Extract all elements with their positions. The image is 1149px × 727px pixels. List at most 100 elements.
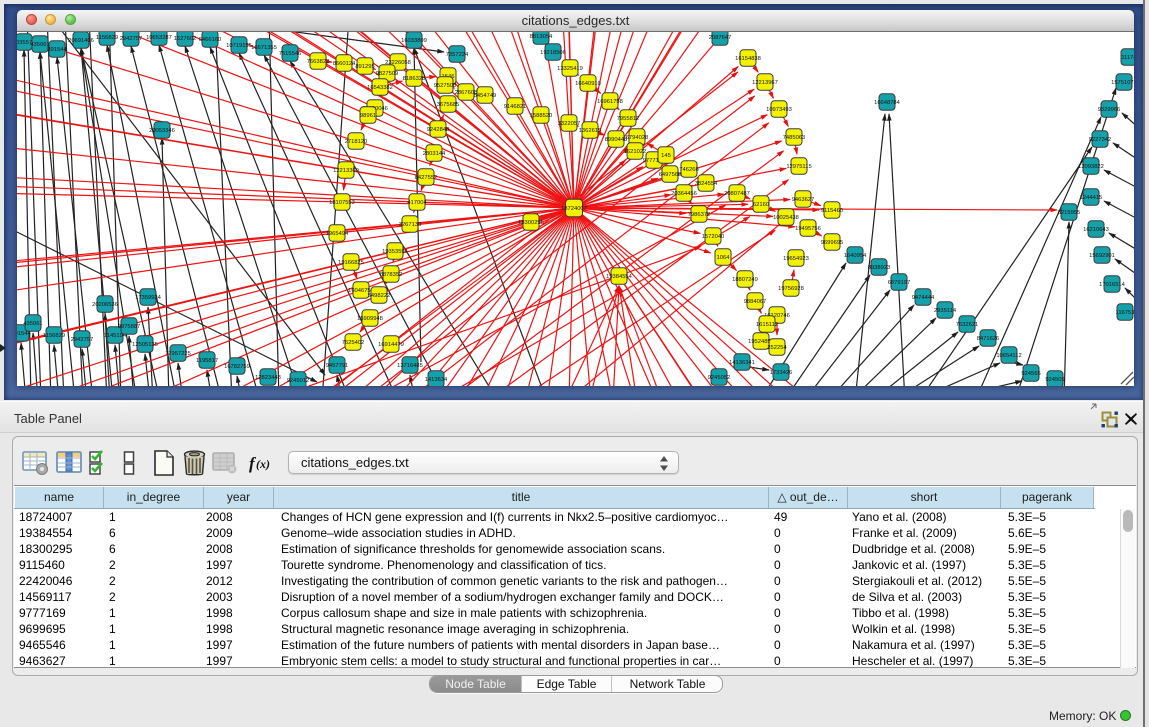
svg-text:12975115: 12975115: [786, 164, 811, 170]
svg-text:417004: 417004: [407, 200, 427, 206]
svg-text:6497568: 6497568: [659, 172, 682, 178]
svg-text:7632621: 7632621: [956, 322, 979, 328]
svg-text:145: 145: [661, 153, 671, 159]
svg-text:7986372: 7986372: [688, 212, 711, 218]
svg-text:1733426: 1733426: [770, 370, 793, 376]
svg-text:9699695: 9699695: [821, 240, 844, 246]
svg-text:1527602: 1527602: [174, 36, 197, 42]
svg-text:8878352: 8878352: [380, 272, 403, 278]
svg-text:16914479: 16914479: [378, 342, 404, 348]
svg-text:10973493: 10973493: [766, 107, 792, 113]
svg-text:1156829: 1156829: [96, 35, 118, 41]
svg-text:3675685: 3675685: [437, 102, 460, 108]
svg-text:1244415: 1244415: [1080, 195, 1103, 201]
svg-text:6794028: 6794028: [626, 135, 649, 141]
svg-text:(x): (x): [256, 457, 270, 471]
svg-text:18807249: 18807249: [732, 277, 758, 283]
svg-text:6879197: 6879197: [888, 280, 911, 286]
svg-text:9245012: 9245012: [287, 378, 310, 384]
svg-text:20807487: 20807487: [724, 191, 750, 197]
svg-text:3267130: 3267130: [399, 222, 422, 228]
svg-text:9527508: 9527508: [434, 83, 457, 89]
svg-text:16961758: 16961758: [597, 99, 623, 105]
svg-text:8215955: 8215955: [1058, 210, 1081, 216]
svg-text:98961: 98961: [360, 113, 376, 119]
svg-text:3322057: 3322057: [558, 121, 581, 127]
svg-text:7485063: 7485063: [783, 135, 806, 141]
svg-text:2718120: 2718120: [345, 139, 368, 145]
svg-text:19218506: 19218506: [540, 50, 566, 56]
svg-text:13325419: 13325419: [557, 66, 583, 72]
svg-text:9474444: 9474444: [912, 295, 935, 301]
svg-text:8454749: 8454749: [474, 93, 497, 99]
svg-text:7663822: 7663822: [307, 59, 330, 65]
svg-text:9242848: 9242848: [427, 127, 450, 133]
svg-text:16671355: 16671355: [251, 45, 277, 51]
svg-text:20053346: 20053346: [149, 128, 175, 134]
svg-text:8813054: 8813054: [530, 34, 553, 40]
svg-text:1156829: 1156829: [43, 333, 65, 339]
svg-text:12213967: 12213967: [752, 80, 778, 86]
svg-text:16033809: 16033809: [401, 38, 427, 44]
svg-text:6466160: 6466160: [199, 37, 222, 43]
svg-text:2942757: 2942757: [120, 36, 143, 42]
svg-text:9115460: 9115460: [821, 208, 843, 214]
svg-text:2803144: 2803144: [423, 151, 446, 157]
svg-text:1588520: 1588520: [530, 113, 553, 119]
svg-text:19495756: 19495756: [795, 226, 821, 232]
svg-text:15909948: 15909948: [357, 316, 383, 322]
svg-text:7955812: 7955812: [617, 116, 640, 122]
svg-text:16782759: 16782759: [224, 364, 250, 370]
svg-text:391544: 391544: [17, 331, 31, 337]
svg-text:1195817: 1195817: [196, 358, 218, 364]
svg-text:15751074: 15751074: [1111, 80, 1134, 86]
svg-text:20691406: 20691406: [68, 38, 94, 44]
svg-text:18107553: 18107553: [329, 200, 355, 206]
svg-text:252254: 252254: [767, 345, 787, 351]
svg-text:17359924: 17359924: [135, 295, 162, 301]
svg-text:9457791: 9457791: [326, 363, 349, 369]
svg-text:10653287: 10653287: [146, 35, 172, 41]
svg-text:19166825: 19166825: [338, 260, 364, 266]
svg-text:116753: 116753: [1116, 310, 1134, 316]
svg-text:9975887: 9975887: [118, 324, 141, 330]
svg-text:10654112: 10654112: [996, 353, 1021, 359]
svg-text:19384554: 19384554: [606, 274, 633, 280]
svg-text:8938923: 8938923: [868, 265, 891, 271]
svg-text:9329966: 9329966: [1098, 107, 1121, 113]
svg-text:12093822: 12093822: [1078, 164, 1104, 170]
svg-text:8186328: 8186328: [403, 76, 426, 82]
svg-text:16210643: 16210643: [1083, 227, 1109, 233]
svg-text:10025438: 10025438: [773, 215, 799, 221]
svg-text:3824554: 3824554: [695, 181, 718, 187]
svg-text:1064: 1064: [717, 255, 731, 261]
svg-text:8471626: 8471626: [977, 336, 1000, 342]
svg-text:7357224: 7357224: [446, 52, 469, 58]
svg-text:1965494: 1965494: [326, 231, 349, 237]
svg-text:435061: 435061: [23, 321, 42, 327]
svg-text:1621022: 1621022: [624, 149, 647, 155]
svg-text:9146821: 9146821: [504, 104, 527, 110]
svg-text:9245052: 9245052: [708, 375, 731, 381]
svg-text:7515546: 7515546: [279, 51, 302, 57]
svg-text:20364456: 20364456: [671, 191, 697, 197]
svg-text:11174: 11174: [1121, 55, 1134, 61]
svg-text:17957225: 17957225: [165, 351, 191, 357]
svg-text:19654923: 19654923: [783, 256, 809, 262]
svg-text:8990448: 8990448: [605, 137, 628, 143]
svg-text:9463627: 9463627: [792, 197, 815, 203]
svg-text:5498222: 5498222: [368, 293, 391, 299]
svg-text:12823448: 12823448: [255, 375, 281, 381]
svg-text:17016514: 17016514: [1099, 282, 1126, 288]
svg-text:1413634: 1413634: [425, 377, 448, 383]
svg-text:746266: 746266: [679, 167, 698, 173]
svg-text:16648784: 16648784: [874, 100, 901, 106]
svg-text:2942757: 2942757: [71, 337, 94, 343]
svg-text:19353594: 19353594: [382, 249, 409, 255]
svg-text:14136341: 14136341: [729, 360, 755, 366]
svg-text:19756928: 19756928: [778, 286, 804, 292]
svg-text:10719155: 10719155: [226, 43, 252, 49]
svg-text:2087647: 2087647: [709, 35, 732, 41]
svg-text:8427552: 8427552: [415, 175, 438, 181]
svg-text:16154838: 16154838: [735, 56, 761, 62]
